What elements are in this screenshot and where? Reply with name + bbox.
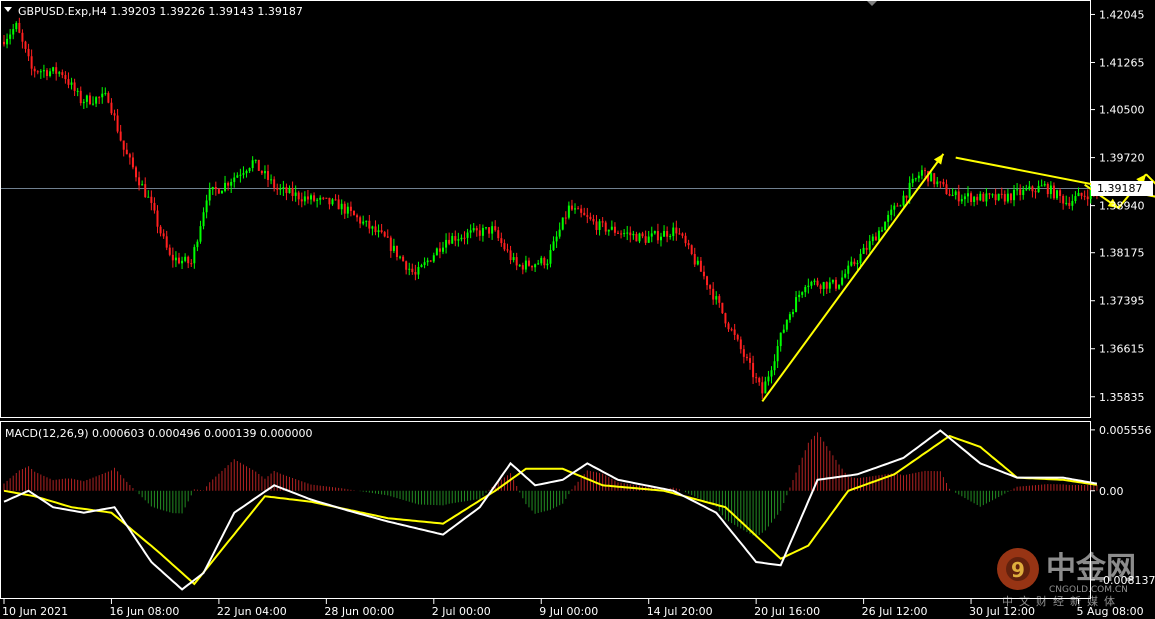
price-tick-label: 1.39720: [1099, 152, 1145, 165]
time-tick-label: 28 Jun 00:00: [324, 605, 394, 618]
price-tick-label: 1.37395: [1099, 295, 1145, 308]
price-tick-label: 1.35835: [1099, 391, 1145, 404]
time-tick-label: 9 Jul 00:00: [539, 605, 598, 618]
macd-tick-label: 0.005556: [1099, 424, 1152, 437]
candle: [352, 210, 355, 216]
current-price-label: 1.39187: [1097, 182, 1143, 195]
macd-tick-label: 0.00: [1099, 485, 1124, 498]
time-tick-label: 16 Jun 08:00: [109, 605, 179, 618]
time-tick-label: 10 Jun 2021: [2, 605, 68, 618]
candle: [997, 193, 1000, 202]
candle: [257, 159, 260, 171]
current-price-tag: 1.39187: [1091, 181, 1153, 196]
candle: [884, 221, 887, 231]
watermark-brand: 中金网: [1046, 551, 1136, 586]
svg-text:9: 9: [1011, 558, 1025, 582]
symbol-ohlc-label: GBPUSD.Exp,H4 1.39203 1.39226 1.39143 1.…: [18, 5, 303, 18]
candle: [690, 244, 693, 256]
price-tick-label: 1.36615: [1099, 343, 1145, 356]
candle: [435, 247, 438, 256]
time-tick-label: 2 Jul 00:00: [432, 605, 491, 618]
watermark: 9 中金网 CNGOLD.COM.CN 中文财经新媒体: [997, 548, 1136, 608]
price-tick-label: 1.42045: [1099, 8, 1145, 21]
candle: [721, 302, 724, 315]
trading-chart[interactable]: 1.42045 1.41265 1.40500 1.39720 1.38940 1.381…: [0, 0, 1155, 619]
price-axis: 1.42045 1.41265 1.40500 1.39720 1.38940 1.381…: [1090, 8, 1145, 404]
time-tick-label: 22 Jun 04:00: [217, 605, 287, 618]
price-tick-label: 1.38175: [1099, 247, 1145, 260]
price-tick-label: 1.40500: [1099, 104, 1145, 117]
macd-label: MACD(12,26,9) 0.000603 0.000496 0.000139…: [5, 427, 312, 440]
time-tick-label: 20 Jul 16:00: [754, 605, 820, 618]
watermark-domain: CNGOLD.COM.CN: [1049, 585, 1128, 595]
price-tick-label: 1.38940: [1099, 200, 1145, 213]
chart-header: GBPUSD.Exp,H4 1.39203 1.39226 1.39143 1.…: [4, 5, 303, 18]
candle: [325, 197, 328, 199]
price-tick-label: 1.41265: [1099, 56, 1145, 69]
time-tick-label: 26 Jul 12:00: [862, 605, 928, 618]
time-tick-label: 14 Jul 20:00: [647, 605, 713, 618]
watermark-slogan: 中文财经新媒体: [1002, 594, 1121, 608]
candle: [561, 217, 564, 231]
